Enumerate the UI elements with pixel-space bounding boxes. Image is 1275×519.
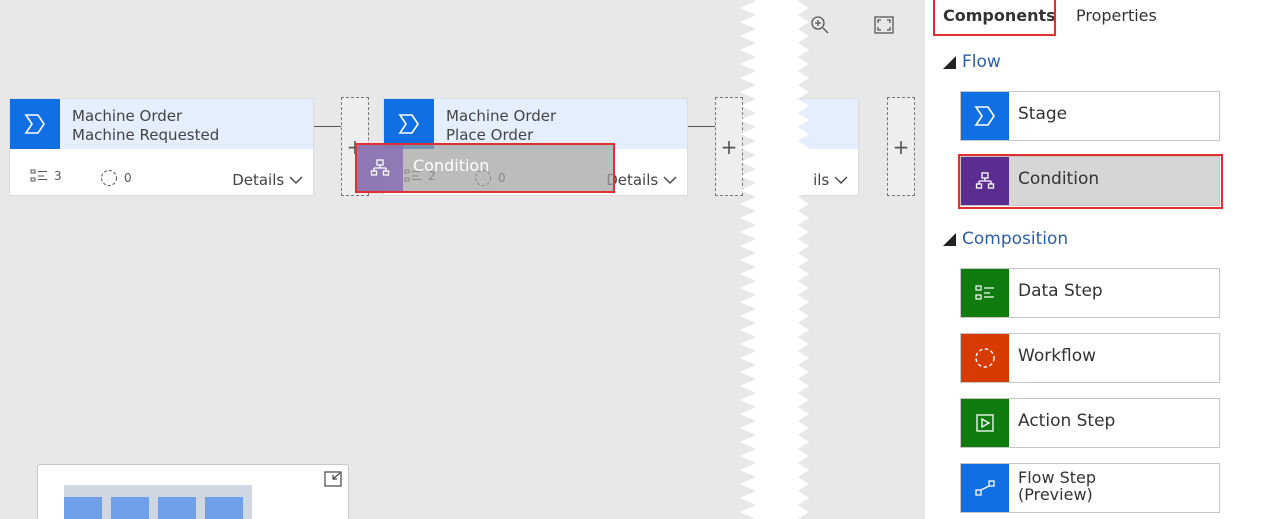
highlight-box	[958, 154, 1223, 209]
process-designer-canvas[interactable]: Machine Order Machine Requested 3 0 Deta…	[0, 0, 760, 519]
component-workflow[interactable]: Workflow	[960, 333, 1220, 383]
details-toggle[interactable]: Details	[606, 171, 677, 189]
details-toggle[interactable]: Details	[232, 171, 303, 189]
steps-count: 3	[30, 169, 62, 183]
canvas-fragment[interactable]: ils +	[795, 0, 925, 519]
section-composition[interactable]: Composition	[943, 229, 1068, 249]
workflow-icon	[961, 334, 1009, 382]
highlight-box	[933, 0, 1056, 36]
torn-edge	[740, 0, 760, 519]
component-label: Action Step	[1018, 411, 1116, 431]
minimap-stage	[158, 497, 196, 519]
component-label: Workflow	[1018, 346, 1097, 366]
chevron-down-icon	[834, 176, 848, 184]
collapse-triangle-icon	[943, 55, 956, 69]
minimap-stage	[205, 497, 243, 519]
component-label: Data Step	[1018, 281, 1103, 301]
component-action-step[interactable]: Action Step	[960, 398, 1220, 448]
components-panel: Components Properties Flow Stage Conditi…	[925, 0, 1275, 519]
connector-line	[688, 126, 715, 127]
collapse-triangle-icon	[943, 232, 956, 246]
plus-label: +	[892, 134, 910, 159]
minimap-collapse-icon[interactable]	[324, 471, 342, 491]
drag-ghost-label: Condition	[413, 156, 490, 175]
data-step-icon	[961, 269, 1009, 317]
component-data-step[interactable]: Data Step	[960, 268, 1220, 318]
add-stage-slot[interactable]: +	[887, 97, 915, 196]
component-flow-step[interactable]: Flow Step (Preview)	[960, 463, 1220, 513]
stage-header: Machine Order Machine Requested	[10, 99, 313, 149]
stage-title: Machine Order Place Order	[446, 107, 557, 144]
stage-card-machine-requested[interactable]: Machine Order Machine Requested 3 0 Deta…	[9, 98, 314, 196]
torn-edge	[795, 0, 809, 519]
fit-to-screen-icon[interactable]	[873, 14, 895, 36]
dragging-condition-ghost[interactable]: Condition	[355, 143, 615, 193]
tab-properties[interactable]: Properties	[1076, 6, 1157, 25]
section-title: Flow	[962, 52, 1001, 72]
chevron-down-icon	[289, 176, 303, 184]
component-stage[interactable]: Stage	[960, 91, 1220, 141]
details-toggle[interactable]: ils	[813, 171, 848, 189]
connector-line	[314, 126, 341, 127]
minimap-stage	[111, 497, 149, 519]
zoom-in-icon[interactable]	[809, 14, 831, 36]
add-stage-slot[interactable]: +	[715, 97, 743, 196]
condition-icon	[357, 145, 403, 191]
stage-chevron-icon	[10, 99, 60, 149]
stage-title: Machine Order Machine Requested	[72, 107, 220, 144]
plus-label: +	[720, 134, 738, 159]
component-label: Flow Step (Preview)	[1018, 468, 1097, 504]
steps-list-icon	[30, 169, 47, 182]
flow-step-icon	[961, 464, 1009, 512]
action-step-icon	[961, 399, 1009, 447]
workflow-dashed-circle-icon	[101, 170, 117, 186]
stage-chevron-icon	[384, 99, 434, 149]
component-label: Stage	[1018, 104, 1068, 124]
minimap-stage	[64, 497, 102, 519]
minimap[interactable]	[37, 464, 349, 519]
stage-header: Machine Order Place Order	[384, 99, 687, 149]
section-title: Composition	[962, 229, 1069, 249]
chevron-down-icon	[663, 176, 677, 184]
stage-icon	[961, 92, 1009, 140]
section-flow[interactable]: Flow	[943, 52, 1001, 72]
workflow-count: 0	[100, 169, 132, 187]
